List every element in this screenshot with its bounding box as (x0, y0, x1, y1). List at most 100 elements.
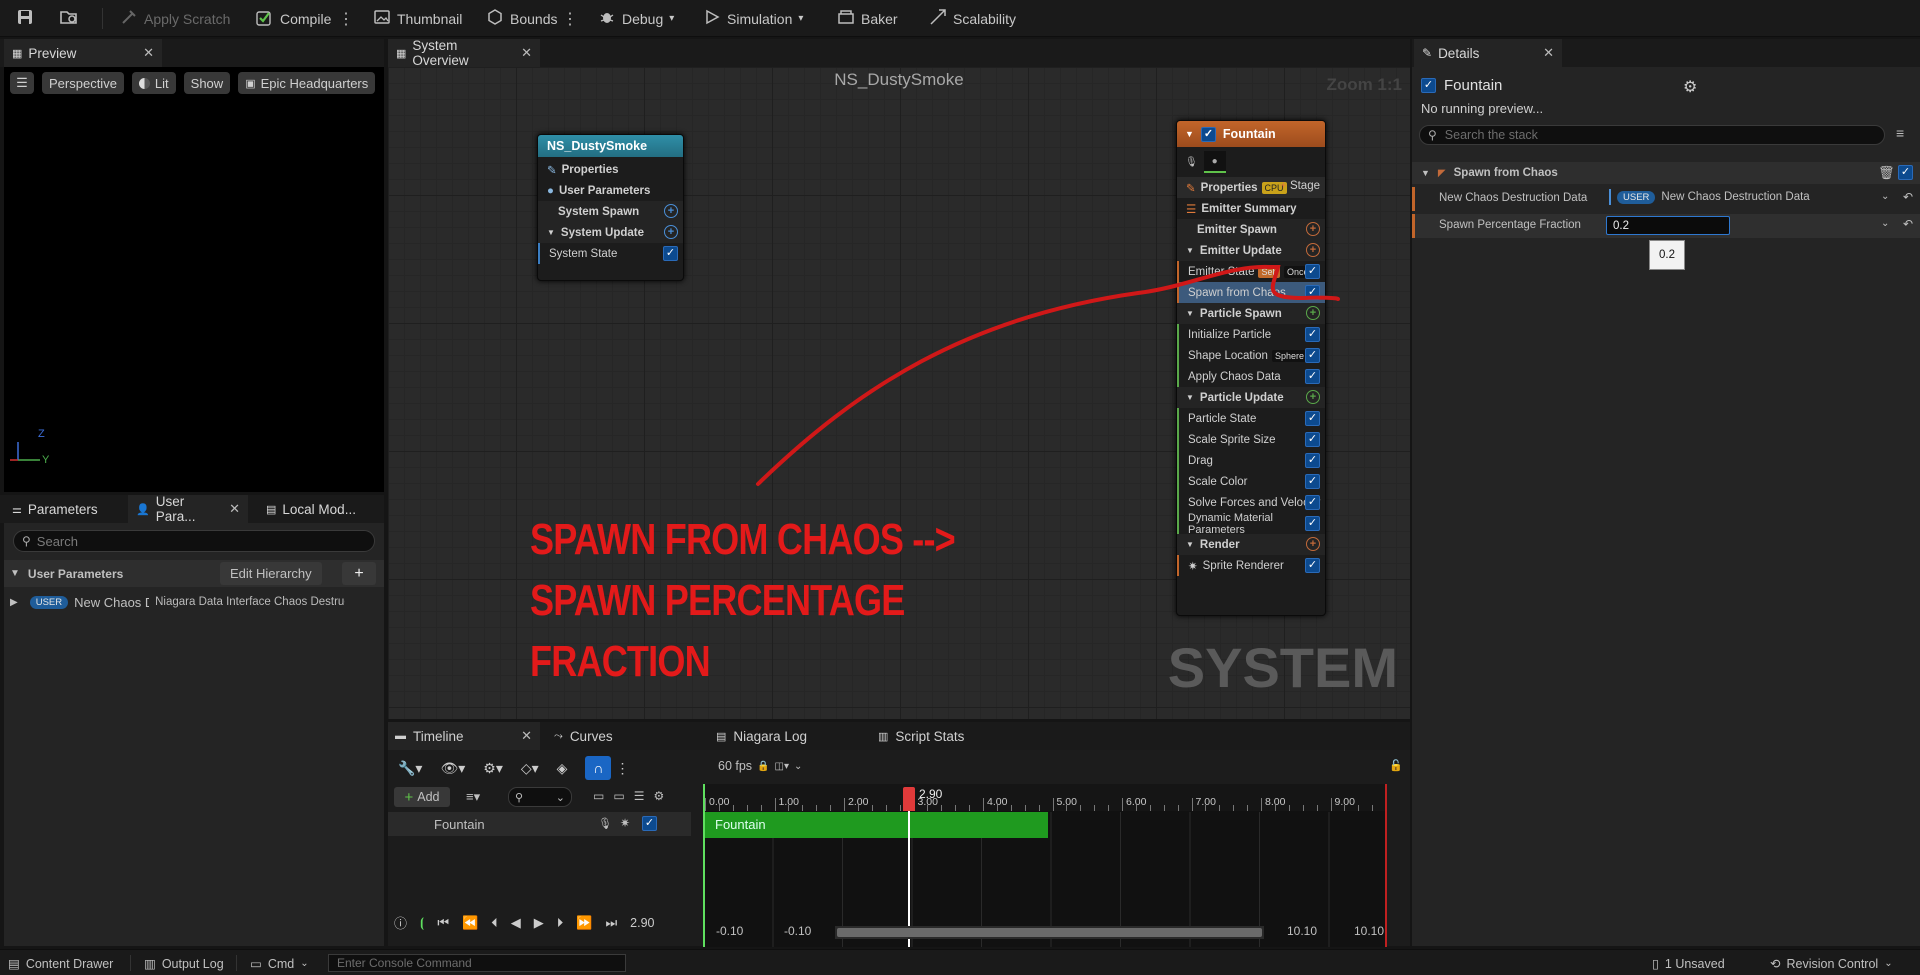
jump-to-end-icon[interactable]: ⏭ (605, 915, 617, 931)
cmd-label: Cmd (267, 956, 295, 971)
track-enabled-checkbox[interactable]: ✓ (642, 816, 657, 831)
preview-viewport[interactable]: ☰ Perspective Lit Show ▣ Epic Headquarter… (4, 67, 384, 492)
current-time[interactable]: 2.90 (630, 916, 654, 930)
next-key-icon[interactable]: ⏩ (576, 915, 592, 931)
play-reverse-icon[interactable]: ◀ (511, 915, 521, 931)
list-icon[interactable]: ☰ (634, 789, 645, 803)
spawn-from-chaos-section[interactable]: ▼ ◤ Spawn from Chaos 🗑 ✓ (1412, 162, 1920, 184)
close-icon[interactable]: ✕ (229, 501, 240, 517)
debug-dropdown[interactable]: Debug ▾ (598, 0, 674, 37)
tab-preview[interactable]: ▦ Preview ✕ (4, 39, 162, 67)
emitter-track-bar[interactable]: Fountain (703, 812, 1048, 838)
view-end[interactable]: 10.10 (1287, 924, 1317, 938)
tab-system-overview[interactable]: ▦ System Overview ✕ (388, 38, 540, 68)
tab-curves[interactable]: ⤳ Curves (554, 722, 613, 750)
browse-button[interactable] (59, 0, 79, 37)
spawn-fraction-input[interactable]: 0.2 (1606, 216, 1730, 235)
settings-gear-icon[interactable]: ⚙ (1683, 77, 1697, 97)
timeline-search[interactable]: ⚲ ⌄ (508, 787, 572, 807)
close-icon[interactable]: ✕ (521, 728, 532, 744)
overview-graph[interactable]: NS_DustySmoke Zoom 1:1 SYSTEM NS_DustySm… (388, 67, 1410, 719)
wrench-icon[interactable]: 🔧▾ (398, 760, 422, 777)
range-end[interactable]: 10.10 (1354, 924, 1384, 938)
collapse-icon[interactable]: ▭ (593, 789, 604, 803)
module-enabled-checkbox[interactable]: ✓ (1898, 165, 1913, 180)
bounds-button[interactable]: Bounds (486, 0, 557, 37)
scalability-button[interactable]: Scalability (929, 0, 1016, 37)
unsaved-button[interactable]: ▯ 1 Unsaved (1652, 956, 1725, 972)
user-params-section[interactable]: ▼ User Parameters Edit Hierarchy + (4, 560, 384, 587)
reset-arrow-icon[interactable]: ↶ (1903, 217, 1913, 231)
settings-icon[interactable]: ⚙ (653, 789, 664, 803)
range-scrollbar-thumb[interactable] (837, 928, 1262, 937)
snap-icon[interactable]: ◈ (557, 760, 568, 777)
content-drawer-button[interactable]: ▤ Content Drawer (8, 956, 113, 972)
tab-local-modules[interactable]: ▤ Local Mod... (258, 495, 364, 523)
step-forward-icon[interactable]: ⏵ (557, 915, 564, 931)
tab-script-stats[interactable]: ▥ Script Stats (878, 722, 964, 750)
key-icon[interactable]: ◇▾ (521, 760, 539, 777)
save-button[interactable] (16, 0, 34, 37)
chevron-down-icon[interactable]: ⌄ (1881, 191, 1889, 202)
simulation-dropdown[interactable]: Simulation ▾ (703, 0, 803, 37)
tab-details[interactable]: ✎ Details ✕ (1414, 39, 1562, 67)
close-icon[interactable]: ✕ (521, 45, 532, 61)
gear-dropdown-icon[interactable]: ⚙▾ (483, 760, 503, 777)
console-input[interactable]: Enter Console Command (328, 954, 626, 972)
filter-dropdown[interactable]: ≡▾ (466, 789, 480, 805)
step-back-icon[interactable]: ⏴ (491, 915, 498, 931)
view-start[interactable]: -0.10 (784, 924, 811, 938)
output-log-label: Output Log (161, 956, 224, 971)
compile-button[interactable]: Compile (256, 0, 331, 37)
info-icon[interactable]: ⓘ (394, 913, 407, 932)
compile-options-button[interactable]: ⋮ (338, 0, 354, 37)
previous-key-icon[interactable]: ⏪ (462, 915, 478, 931)
thumbnail-button[interactable]: Thumbnail (373, 0, 462, 37)
edit-hierarchy-button[interactable]: Edit Hierarchy (220, 562, 322, 585)
eye-icon[interactable]: 👁▾ (440, 760, 465, 777)
perspective-button[interactable]: Perspective (42, 72, 124, 94)
level-button[interactable]: ▣ Epic Headquarters (238, 72, 376, 94)
lock-icon[interactable]: 🔓 (1389, 759, 1403, 772)
stack-search-input[interactable]: ⚲ Search the stack (1419, 125, 1885, 145)
range-scrollbar[interactable] (835, 926, 1264, 939)
tab-user-parameters[interactable]: 👤 User Para... ✕ (128, 494, 248, 524)
tab-parameters[interactable]: ⚌ Parameters (4, 495, 106, 523)
show-button[interactable]: Show (183, 72, 231, 94)
viewport-menu-button[interactable]: ☰ (10, 72, 34, 94)
output-log-button[interactable]: ▥ Output Log (144, 956, 224, 972)
set-start-icon[interactable]: ⦗ (420, 915, 424, 931)
close-icon[interactable]: ✕ (143, 45, 154, 61)
reset-arrow-icon[interactable]: ↶ (1903, 190, 1913, 204)
apply-scratch-button[interactable]: Apply Scratch (120, 0, 230, 37)
tab-timeline[interactable]: ▬ Timeline ✕ (388, 722, 540, 750)
play-icon[interactable]: ▶ (534, 915, 544, 931)
bounds-options-button[interactable]: ⋮ (562, 0, 578, 37)
range-start[interactable]: -0.10 (716, 924, 743, 938)
chevron-down-icon[interactable]: ⌄ (1881, 218, 1889, 229)
add-track-button[interactable]: + Add (394, 787, 450, 807)
fps-dropdown[interactable]: 60 fps 🔒 ◫▾ ⌄ (718, 759, 802, 773)
more-options-icon[interactable]: ⋮ (615, 760, 629, 777)
delete-icon[interactable]: 🗑 (1878, 165, 1895, 181)
params-search-input[interactable]: ⚲ Search (13, 530, 375, 552)
tab-niagara-log[interactable]: ▤ Niagara Log (716, 722, 807, 750)
add-parameter-button[interactable]: + (342, 562, 376, 585)
close-icon[interactable]: ✕ (1543, 45, 1554, 61)
playhead-handle[interactable] (903, 787, 915, 811)
timeline-area[interactable]: 0.00 1.00 2.00 3.00 4.00 5.00 6.00 7.00 8.00 9.00… (703, 784, 1387, 947)
user-param-row[interactable]: ▶ USER New Chaos De Niagara Data Interfa… (4, 590, 384, 614)
ruler-tick-mark (1358, 805, 1360, 811)
ruler-tick-mark (1066, 805, 1068, 811)
cmd-dropdown[interactable]: ▭ Cmd ⌄ (250, 956, 309, 972)
expand-icon[interactable]: ▭ (613, 789, 624, 803)
track-row[interactable]: Fountain 🎙 ✷ ✓ (388, 812, 691, 836)
jump-to-start-icon[interactable]: ⏮ (437, 915, 449, 931)
magnet-icon[interactable]: ∩ (585, 756, 612, 780)
filter-icon[interactable]: ≡ (1896, 125, 1904, 141)
revision-control-dropdown[interactable]: ⟲ Revision Control ⌄ (1770, 956, 1893, 972)
lit-button[interactable]: Lit (131, 72, 176, 94)
baker-button[interactable]: Baker (837, 0, 898, 37)
emitter-enabled-checkbox[interactable]: ✓ (1421, 78, 1436, 93)
chaos-data-value[interactable]: USER New Chaos Destruction Data (1609, 189, 1810, 205)
